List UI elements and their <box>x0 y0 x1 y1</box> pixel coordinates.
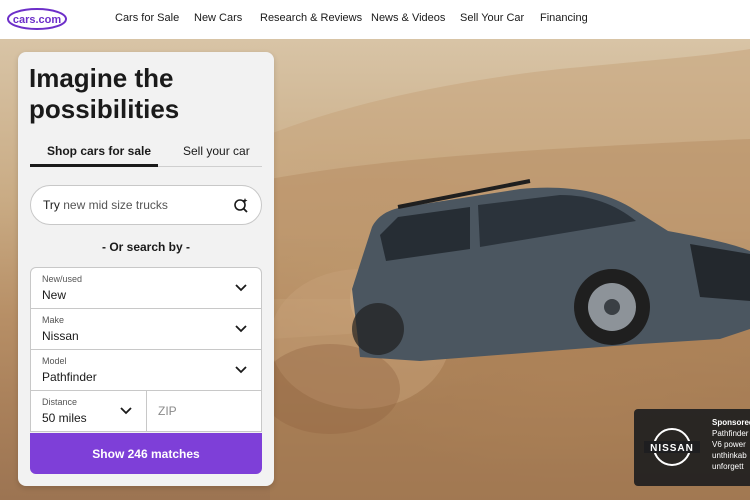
tab-shop-cars[interactable]: Shop cars for sale <box>47 144 151 158</box>
field-value: Pathfinder <box>42 370 97 384</box>
page-title: Imagine the possibilities <box>29 63 259 125</box>
tab-active-indicator <box>30 164 158 167</box>
sponsored-line: Pathfinder <box>712 429 749 438</box>
make-select[interactable]: Make Nissan <box>30 308 262 350</box>
sponsored-label: Sponsored <box>712 418 750 427</box>
nav-financing[interactable]: Financing <box>540 12 588 24</box>
search-hint-prefix: Try <box>43 198 60 212</box>
title-line-2: possibilities <box>29 94 180 124</box>
field-label: Make <box>42 315 65 325</box>
field-label: Distance <box>42 397 78 407</box>
field-value: New <box>42 288 67 302</box>
field-value: Nissan <box>42 329 79 343</box>
nav-sell-your-car[interactable]: Sell Your Car <box>460 12 524 24</box>
nav-cars-for-sale[interactable]: Cars for Sale <box>115 12 179 24</box>
nav-new-cars[interactable]: New Cars <box>194 12 242 24</box>
search-hint: Try new mid size trucks <box>43 198 168 212</box>
nissan-logo: NISSAN <box>644 428 700 466</box>
field-label: Model <box>42 356 67 366</box>
svg-text:NISSAN: NISSAN <box>650 443 694 454</box>
distance-select[interactable]: Distance 50 miles <box>30 390 147 432</box>
search-sparkle-icon[interactable] <box>233 197 249 213</box>
distance-zip-row: Distance 50 miles <box>30 390 262 432</box>
show-matches-button[interactable]: Show 246 matches <box>30 433 262 474</box>
search-panel: Imagine the possibilities Shop cars for … <box>18 52 274 486</box>
search-hint-text: new mid size trucks <box>63 198 168 212</box>
nav-news-videos[interactable]: News & Videos <box>371 12 445 24</box>
chevron-down-icon <box>120 407 132 415</box>
ai-search-input[interactable]: Try new mid size trucks <box>30 185 262 225</box>
field-value: 50 miles <box>42 411 87 425</box>
main-nav: Cars for Sale New Cars Research & Review… <box>0 0 750 39</box>
sponsored-line: unthinkab <box>712 451 747 460</box>
field-label: New/used <box>42 274 83 284</box>
chevron-down-icon <box>235 325 247 333</box>
new-used-select[interactable]: New/used New <box>30 267 262 309</box>
site-header: cars.com Cars for Sale New Cars Research… <box>0 0 750 39</box>
or-search-by-label: - Or search by - <box>101 240 191 254</box>
sponsored-ad[interactable]: NISSAN Sponsored Pathfinder V6 power unt… <box>634 409 750 486</box>
sponsored-line: V6 power <box>712 440 746 449</box>
chevron-down-icon <box>235 366 247 374</box>
tab-sell-your-car[interactable]: Sell your car <box>183 144 250 158</box>
nav-research-reviews[interactable]: Research & Reviews <box>260 12 362 24</box>
panel-tabs: Shop cars for sale Sell your car <box>30 144 262 168</box>
sponsored-line: unforgett <box>712 462 744 471</box>
sponsored-copy: Sponsored Pathfinder V6 power unthinkab … <box>712 417 750 472</box>
chevron-down-icon <box>235 284 247 292</box>
title-line-1: Imagine the <box>29 63 174 93</box>
model-select[interactable]: Model Pathfinder <box>30 349 262 391</box>
zip-input[interactable] <box>146 390 262 432</box>
